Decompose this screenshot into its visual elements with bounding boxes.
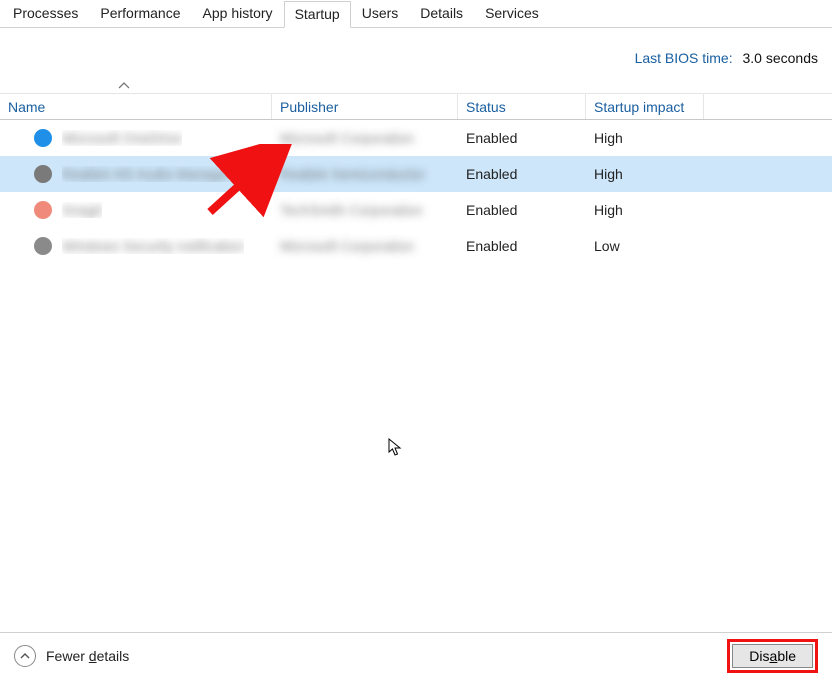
tab-details[interactable]: Details: [409, 0, 474, 27]
footer-bar: Fewer details Disable: [0, 632, 832, 678]
startup-list: Microsoft OneDrive Microsoft Corporation E…: [0, 120, 832, 632]
tab-services[interactable]: Services: [474, 0, 550, 27]
app-name: Snagit: [62, 202, 102, 218]
column-headers: Name Publisher Status Startup impact: [0, 94, 832, 120]
app-name: Windows Security notification: [62, 238, 244, 254]
sort-indicator-row: [0, 74, 832, 94]
app-name: Microsoft OneDrive: [62, 130, 182, 146]
app-publisher: Microsoft Corporation: [280, 130, 414, 146]
app-icon: [34, 165, 52, 183]
fewer-details-button[interactable]: Fewer details: [14, 645, 129, 667]
table-row[interactable]: Microsoft OneDrive Microsoft Corporation E…: [0, 120, 832, 156]
tab-startup[interactable]: Startup: [284, 1, 351, 28]
app-impact: Low: [586, 238, 704, 254]
app-impact: High: [586, 202, 704, 218]
cursor-icon: [388, 438, 404, 463]
app-status: Enabled: [458, 238, 586, 254]
table-row[interactable]: Snagit TechSmith Corporation EnabledHigh: [0, 192, 832, 228]
tab-users[interactable]: Users: [351, 0, 410, 27]
tab-bar: ProcessesPerformanceApp historyStartupUs…: [0, 0, 832, 28]
bios-time-line: Last BIOS time: 3.0 seconds: [0, 28, 832, 74]
column-status[interactable]: Status: [458, 94, 586, 119]
annotation-highlight-box: Disable: [727, 639, 818, 673]
app-impact: High: [586, 130, 704, 146]
bios-time-label: Last BIOS time:: [635, 50, 733, 66]
app-icon: [34, 201, 52, 219]
app-name: Realtek HD Audio Manager: [62, 166, 232, 182]
column-startup-impact[interactable]: Startup impact: [586, 94, 704, 119]
app-publisher: TechSmith Corporation: [280, 202, 422, 218]
disable-button[interactable]: Disable: [732, 644, 813, 668]
table-row[interactable]: Windows Security notification Microsoft C…: [0, 228, 832, 264]
app-publisher: Realtek Semiconductor: [280, 166, 425, 182]
app-status: Enabled: [458, 166, 586, 182]
app-impact: High: [586, 166, 704, 182]
tab-processes[interactable]: Processes: [2, 0, 89, 27]
column-publisher[interactable]: Publisher: [272, 94, 458, 119]
chevron-up-icon: [118, 76, 130, 92]
tab-performance[interactable]: Performance: [89, 0, 191, 27]
bios-time-value: 3.0 seconds: [743, 50, 819, 66]
app-icon: [34, 237, 52, 255]
table-row[interactable]: Realtek HD Audio Manager Realtek Semicond…: [0, 156, 832, 192]
app-status: Enabled: [458, 202, 586, 218]
app-status: Enabled: [458, 130, 586, 146]
chevron-up-circle-icon: [14, 645, 36, 667]
tab-app-history[interactable]: App history: [192, 0, 284, 27]
fewer-details-label: Fewer details: [46, 648, 129, 664]
column-name[interactable]: Name: [0, 94, 272, 119]
app-publisher: Microsoft Corporation: [280, 238, 414, 254]
app-icon: [34, 129, 52, 147]
